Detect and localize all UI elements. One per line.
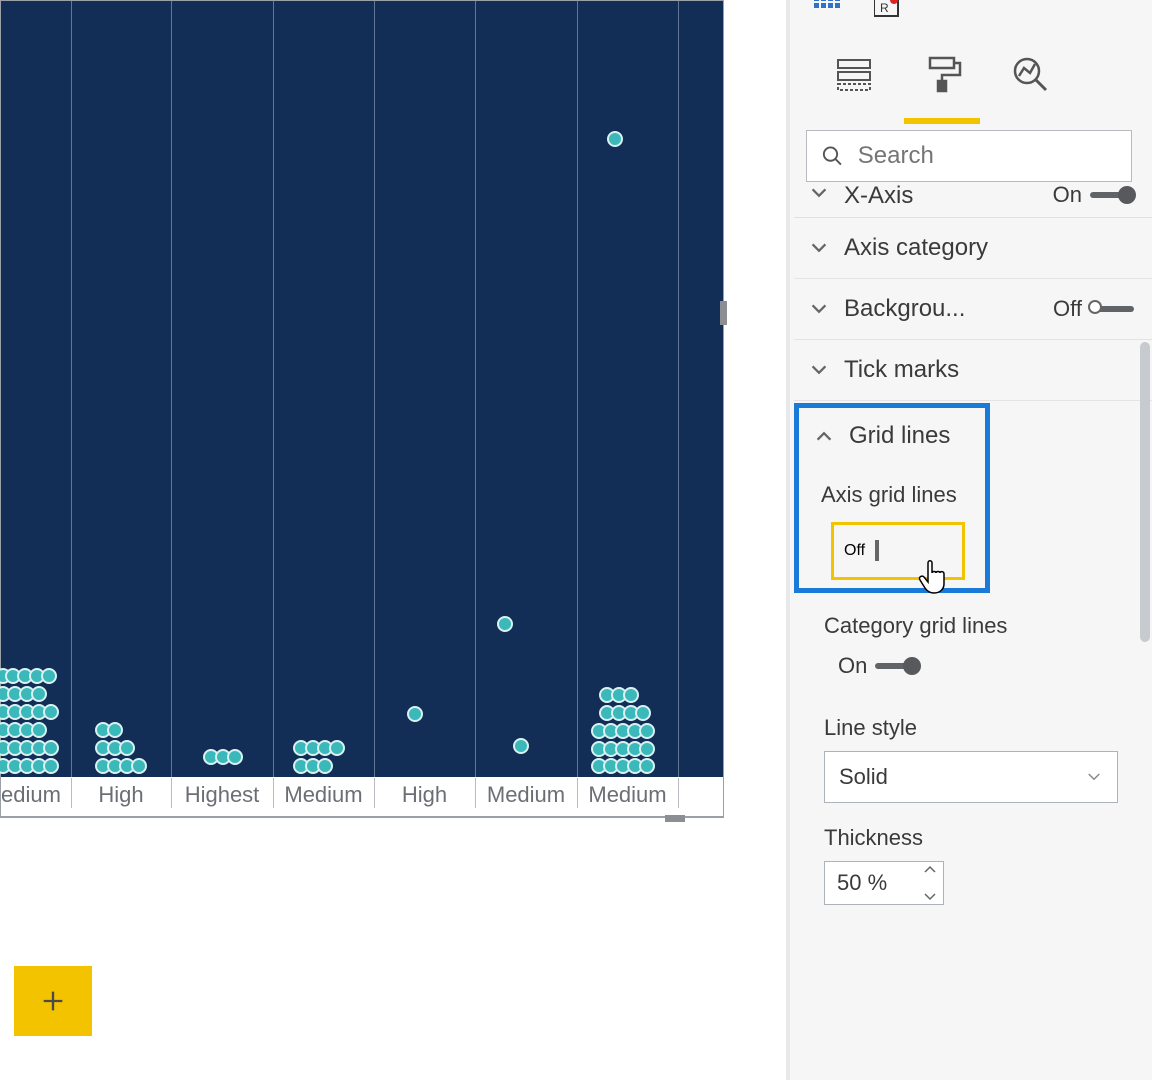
search-icon — [821, 143, 844, 169]
select-value: Solid — [839, 764, 888, 790]
toggle-state: Off — [844, 542, 865, 560]
format-options-list: X-Axis On Axis category Backgrou — [794, 182, 1152, 1080]
search-input[interactable] — [806, 130, 1132, 182]
scrollbar-thumb[interactable] — [1140, 342, 1150, 642]
x-axis-labels: ediumHighHighestMediumHighMediumMedium — [1, 774, 723, 816]
chevron-down-icon — [808, 359, 830, 381]
rscript-icon[interactable]: R — [874, 0, 906, 20]
toggle-state: Off — [1053, 296, 1082, 322]
svg-text:R: R — [880, 1, 889, 15]
chart-visual[interactable]: ediumHighHighestMediumHighMediumMedium — [0, 0, 790, 1080]
setting-background[interactable]: Backgrou... Off — [794, 279, 1152, 339]
setting-label: Backgrou... — [844, 295, 1053, 323]
chevron-down-icon — [808, 182, 830, 204]
label-line-style: Line style — [794, 693, 1152, 751]
resize-handle-right[interactable] — [720, 301, 727, 325]
search-field[interactable] — [858, 142, 1117, 170]
chevron-down-icon — [808, 298, 830, 320]
analytics-icon — [1010, 54, 1050, 94]
setting-x-axis[interactable]: X-Axis On — [794, 182, 1152, 218]
chevron-up-icon[interactable] — [923, 864, 937, 874]
toggle-background[interactable]: Off — [1053, 296, 1134, 322]
setting-label: Axis category — [844, 234, 1134, 262]
chart-frame: ediumHighHighestMediumHighMediumMedium — [0, 0, 724, 818]
fields-icon — [834, 54, 874, 94]
resize-handle-bottom[interactable] — [665, 815, 685, 822]
tab-analytics[interactable] — [1008, 54, 1052, 124]
toggle-axis-grid-lines[interactable]: Off — [831, 522, 965, 580]
toggle-category-grid-lines[interactable]: On — [838, 653, 1152, 679]
toggle-state: On — [838, 653, 867, 679]
label-axis-grid-lines: Axis grid lines — [799, 464, 985, 516]
paint-roller-icon — [922, 54, 962, 94]
pane-tabs — [794, 24, 1152, 124]
label-thickness: Thickness — [794, 803, 1152, 861]
tab-format[interactable] — [920, 54, 964, 124]
tutorial-highlight: Grid lines Axis grid lines Off — [794, 403, 990, 593]
category-gridlines — [1, 1, 723, 777]
setting-label: Tick marks — [844, 356, 1134, 384]
page-tabs — [14, 966, 92, 1036]
select-line-style[interactable]: Solid — [824, 751, 1118, 803]
plus-icon — [39, 987, 67, 1015]
tab-fields[interactable] — [832, 54, 876, 124]
chart-plot — [1, 1, 723, 777]
chevron-down-icon — [1085, 768, 1103, 786]
scrollbar[interactable] — [1138, 182, 1152, 1080]
setting-label: Grid lines — [849, 422, 967, 450]
setting-label: X-Axis — [844, 182, 1053, 210]
pane-switcher: R — [794, 0, 1152, 24]
spin-thickness[interactable]: 50 % — [824, 861, 944, 905]
chevron-up-icon — [813, 425, 835, 447]
spin-value: 50 % — [837, 870, 887, 896]
cursor-hand-icon — [918, 555, 954, 595]
chevron-down-icon[interactable] — [923, 892, 937, 902]
chevron-down-icon — [808, 237, 830, 259]
format-pane: R — [790, 0, 1152, 1080]
label-category-grid-lines: Category grid lines — [794, 595, 1152, 647]
setting-tick-marks[interactable]: Tick marks — [794, 340, 1152, 400]
visualizations-icon[interactable] — [814, 0, 846, 20]
setting-axis-category[interactable]: Axis category — [794, 218, 1152, 278]
add-page-button[interactable] — [14, 966, 92, 1036]
setting-grid-lines[interactable]: Grid lines — [799, 408, 985, 464]
toggle-x-axis[interactable]: On — [1053, 182, 1134, 208]
toggle-state: On — [1053, 182, 1082, 208]
